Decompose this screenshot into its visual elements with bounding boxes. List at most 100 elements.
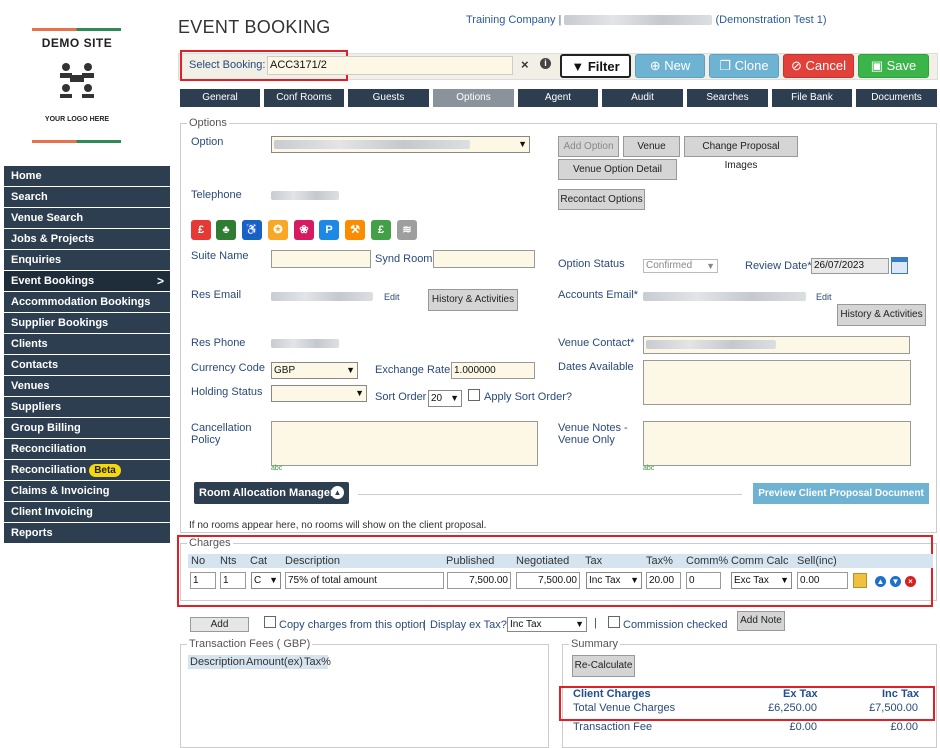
sidebar-item-reconciliation[interactable]: Reconciliation [4,439,170,459]
info-icon[interactable]: i [540,58,551,69]
recontact-options-button[interactable]: Recontact Options [558,189,645,210]
charge-cat-select[interactable]: C ▼ [251,572,281,589]
tab-options[interactable]: Options [433,89,514,107]
sidebar-item-contacts[interactable]: Contacts [4,355,170,375]
cancellation-policy-textarea[interactable] [271,421,538,466]
notes-icon[interactable] [853,573,867,588]
clone-button[interactable]: ❐ Clone [709,54,779,78]
wifi-icon: ≋ [397,220,417,240]
dates-available-textarea[interactable] [643,360,911,405]
tab-agent[interactable]: Agent [518,89,598,107]
sort-order-select[interactable]: 20 ▼ [428,390,462,407]
sidebar-item-search[interactable]: Search [4,187,170,207]
sidebar-item-suppliers[interactable]: Suppliers [4,397,170,417]
sidebar-item-supplier-bookings[interactable]: Supplier Bookings [4,313,170,333]
filter-button[interactable]: ▼ Filter [560,54,631,78]
cancel-button[interactable]: ⊘ Cancel [783,54,854,78]
exchange-rate-input[interactable]: 1.000000 [451,362,535,379]
sidebar-item-claims-invoicing[interactable]: Claims & Invoicing [4,481,170,501]
sidebar-item-clients[interactable]: Clients [4,334,170,354]
copy-charges-checkbox[interactable] [264,616,276,628]
venue-contact-input[interactable] [643,336,910,354]
calendar-icon-header [892,258,907,262]
synd-room-input[interactable] [433,250,535,268]
holding-status-select[interactable]: ▼ [271,385,367,402]
sidebar-item-reports[interactable]: Reports [4,523,170,543]
sidebar-item-jobs-projects[interactable]: Jobs & Projects [4,229,170,249]
new-button[interactable]: ⊕ New [635,54,705,78]
venue-notes-label: Venue Notes - Venue Only [558,422,628,446]
venue-button[interactable]: Venue [623,136,680,157]
charge-negotiated-input[interactable]: 7,500.00 [516,572,580,589]
sort-order-value: 20 [431,393,443,404]
charge-no-input[interactable]: 1 [190,572,216,589]
charge-nts-input[interactable]: 1 [220,572,246,589]
site-logo: DEMO SITE YOUR LOGO HERE [30,28,124,144]
tab-file-bank[interactable]: File Bank [772,89,852,107]
venue-notes-textarea[interactable] [643,421,911,466]
filter-label: Filter [587,59,620,74]
calendar-icon[interactable] [891,257,908,274]
room-allocation-manager-button[interactable]: Room Allocation Manager ▲ [194,482,349,504]
tab-conf-rooms[interactable]: Conf Rooms [264,89,344,107]
apply-sort-order-checkbox[interactable] [468,389,480,401]
charge-sell-inc-input[interactable]: 0.00 [797,572,848,589]
sidebar-item-reconciliation-beta[interactable]: Reconciliation Beta [4,460,170,480]
sidebar-item-event-bookings[interactable]: Event Bookings > [4,271,170,291]
cancellation-policy-label: Cancellation Policy [191,422,252,446]
sidebar-item-accommodation-bookings[interactable]: Accommodation Bookings [4,292,170,312]
sidebar-item-client-invoicing[interactable]: Client Invoicing [4,502,170,522]
option-status-select[interactable]: Confirmed ▼ [643,259,718,273]
redacted-res-phone [271,339,339,348]
page-title: EVENT BOOKING [178,17,331,37]
suite-name-input[interactable] [271,250,371,268]
recalculate-button[interactable]: Re-Calculate [572,655,635,677]
sidebar-item-venues[interactable]: Venues [4,376,170,396]
currency-code-select[interactable]: GBP ▼ [271,362,358,379]
sidebar-item-enquiries[interactable]: Enquiries [4,250,170,270]
redacted-telephone [271,191,339,200]
review-date-input[interactable]: 26/07/2023 [811,258,889,274]
booking-ref-input[interactable]: ACC3171/2 [267,56,513,75]
client-charges-label: Client Charges [573,688,651,700]
charge-comm-pct-input[interactable]: 0 [686,572,721,589]
venue-option-detail-button[interactable]: Venue Option Detail [558,159,677,180]
commission-checked-checkbox[interactable] [608,616,620,628]
clear-icon[interactable]: × [521,57,529,72]
save-button[interactable]: ▣ Save [858,54,929,78]
change-proposal-images-button[interactable]: Change Proposal Images [684,136,798,171]
sidebar-item-home[interactable]: Home [4,166,170,186]
res-history-activities-button[interactable]: History & Activities [428,289,518,311]
tab-searches[interactable]: Searches [687,89,768,107]
delete-icon[interactable]: × [905,576,916,587]
charge-comm-calc-select[interactable]: Exc Tax ▼ [731,572,792,589]
sidebar-item-venue-search[interactable]: Venue Search [4,208,170,228]
preview-client-proposal-button[interactable]: Preview Client Proposal Document [753,483,929,504]
charge-description-input[interactable]: 75% of total amount [285,572,444,589]
charges-header-negotiated: Negotiated [516,555,570,567]
tab-guests[interactable]: Guests [348,89,429,107]
spa-icon: ❀ [294,220,314,240]
charge-tax-pct-input[interactable]: 20.00 [646,572,681,589]
move-down-icon[interactable]: ▼ [890,576,901,587]
display-ex-tax-select[interactable]: Inc Tax ▼ [507,617,587,632]
transaction-fees-header-amount: Amount(ex) [246,656,303,668]
move-up-icon[interactable]: ▲ [875,576,886,587]
tab-documents[interactable]: Documents [856,89,937,107]
tab-general[interactable]: General [180,89,260,107]
accounts-history-activities-button[interactable]: History & Activities [837,304,926,326]
add-note-button[interactable]: Add Note [737,611,785,631]
sidebar-item-label: Jobs & Projects [11,233,95,245]
option-select[interactable]: ▼ [271,136,530,153]
redacted-venue-contact [646,339,776,349]
tab-audit[interactable]: Audit [602,89,683,107]
add-option-button[interactable]: Add Option [558,136,619,157]
charge-published-input[interactable]: 7,500.00 [447,572,511,589]
add-charge-button[interactable]: Add [190,617,249,632]
logo-top-bar [32,28,121,31]
accounts-email-edit-link[interactable]: Edit [816,292,832,302]
sidebar-item-label: Group Billing [11,422,81,434]
sidebar-item-group-billing[interactable]: Group Billing [4,418,170,438]
res-email-edit-link[interactable]: Edit [384,292,400,302]
charge-tax-select[interactable]: Inc Tax ▼ [586,572,642,589]
